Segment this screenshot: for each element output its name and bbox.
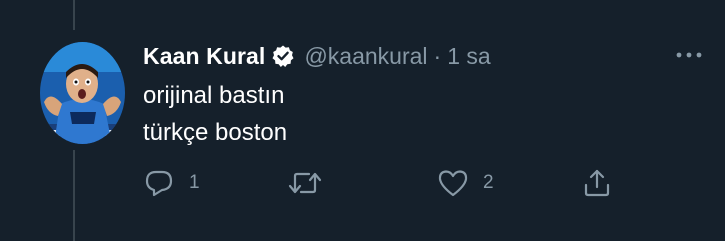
avatar-image xyxy=(40,42,125,144)
thread-connector-top xyxy=(73,0,75,30)
reply-count: 1 xyxy=(189,172,200,193)
timestamp[interactable]: 1 sa xyxy=(447,43,490,70)
like-button[interactable]: 2 xyxy=(437,165,494,201)
share-upload-icon xyxy=(581,167,613,199)
retweet-icon xyxy=(287,167,323,199)
separator-dot: · xyxy=(433,42,442,69)
reply-button[interactable]: 1 xyxy=(143,165,200,201)
more-horizontal-icon[interactable] xyxy=(674,46,704,64)
retweet-button[interactable] xyxy=(287,165,337,201)
thread-connector-bottom xyxy=(73,150,75,241)
share-button[interactable] xyxy=(581,165,613,201)
heart-icon xyxy=(437,167,469,199)
tweet-text: orijinal bastın türkçe boston xyxy=(143,77,287,151)
tweet-actions-bar: 1 2 xyxy=(143,165,623,201)
like-count: 2 xyxy=(483,172,494,193)
user-handle[interactable]: @kaankural xyxy=(304,43,427,70)
reply-bubble-icon xyxy=(143,167,175,199)
tweet-text-line: türkçe boston xyxy=(143,119,288,146)
verified-badge-icon xyxy=(271,44,295,68)
tweet-header: Kaan Kural @kaankural · 1 sa xyxy=(143,40,491,72)
display-name[interactable]: Kaan Kural xyxy=(143,43,265,70)
tweet-text-line: orijinal bastın xyxy=(143,82,285,109)
avatar[interactable] xyxy=(40,42,125,144)
